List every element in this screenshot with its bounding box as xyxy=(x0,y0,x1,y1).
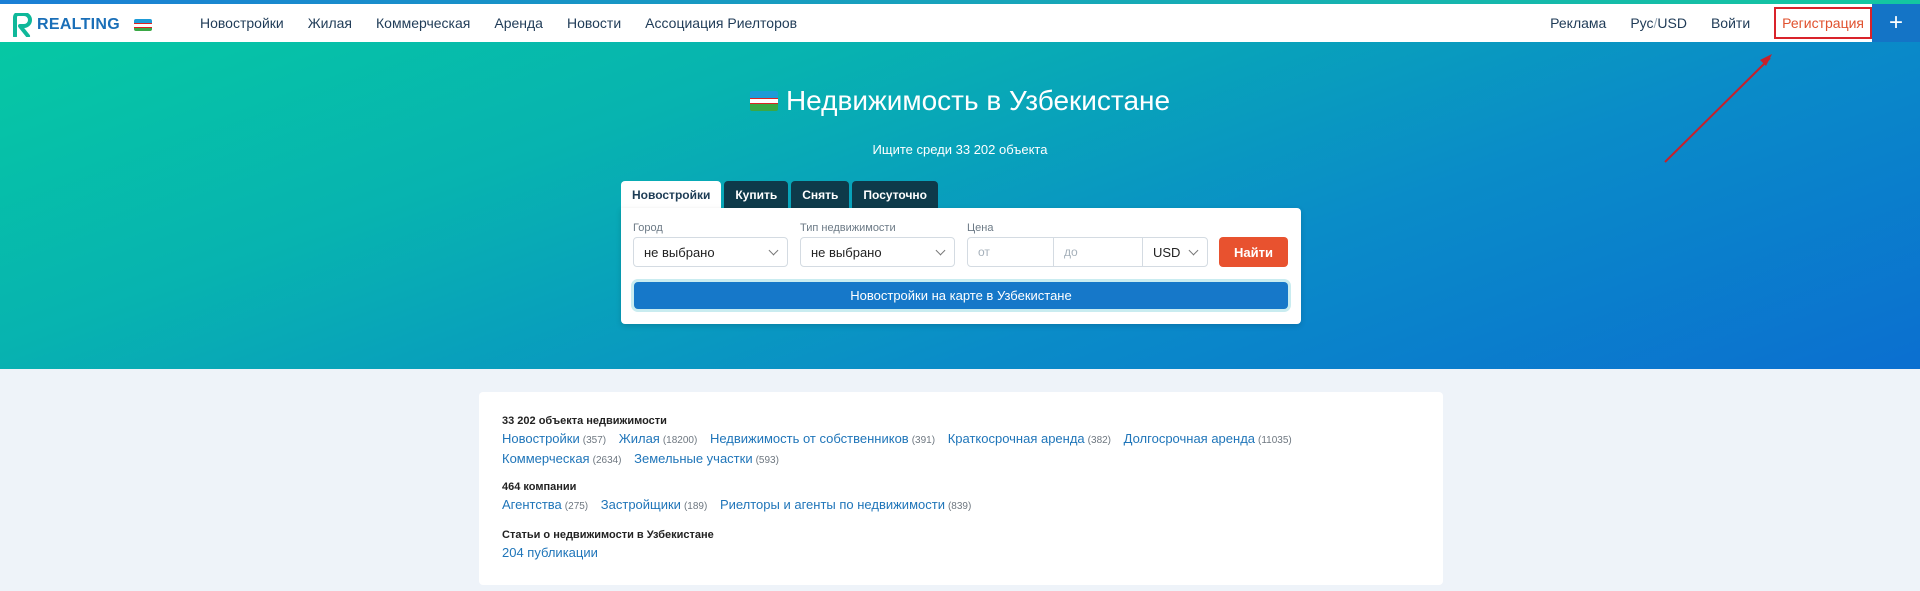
count-new-buildings: (357) xyxy=(582,435,607,446)
nav-rent[interactable]: Аренда xyxy=(494,15,543,31)
price-to-input[interactable]: до xyxy=(1053,237,1143,267)
articles-links: 204 публикации xyxy=(502,545,598,560)
main-nav: Новостройки Жилая Коммерческая Аренда Но… xyxy=(200,4,821,42)
link-short-rent[interactable]: Краткосрочная аренда xyxy=(948,431,1085,446)
map-button[interactable]: Новостройки на карте в Узбекистане xyxy=(634,282,1288,309)
property-type-value: не выбрано xyxy=(811,244,882,260)
top-header: REALTING Новостройки Жилая Коммерческая … xyxy=(0,4,1920,42)
link-commercial[interactable]: Коммерческая xyxy=(502,451,590,466)
nav-commercial[interactable]: Коммерческая xyxy=(376,15,470,31)
tab-buy[interactable]: Купить xyxy=(724,181,789,208)
count-developers: (189) xyxy=(683,501,708,512)
link-residential[interactable]: Жилая xyxy=(619,431,660,446)
search-form: Город не выбрано Тип недвижимости не выб… xyxy=(621,208,1301,324)
nav-news[interactable]: Новости xyxy=(567,15,621,31)
nav-new-buildings[interactable]: Новостройки xyxy=(200,15,284,31)
logo-text: REALTING xyxy=(37,16,120,33)
count-short-rent: (382) xyxy=(1087,435,1112,446)
property-type-select[interactable]: не выбрано xyxy=(800,237,955,267)
nav-residential[interactable]: Жилая xyxy=(308,15,352,31)
link-developers[interactable]: Застройщики xyxy=(601,497,681,512)
count-land: (593) xyxy=(755,455,779,466)
chevron-down-icon xyxy=(1188,245,1199,256)
link-publications[interactable]: 204 публикации xyxy=(502,545,598,560)
uzbekistan-flag-icon[interactable] xyxy=(134,19,152,31)
tab-daily[interactable]: Посуточно xyxy=(852,181,939,208)
objects-count-title: 33 202 объекта недвижимости xyxy=(502,415,667,427)
uzbekistan-flag-icon xyxy=(749,91,778,111)
annotation-arrow xyxy=(1664,54,1772,163)
link-new-buildings[interactable]: Новостройки xyxy=(502,431,580,446)
count-owners: (391) xyxy=(911,435,936,446)
link-land[interactable]: Земельные участки xyxy=(634,451,752,466)
language-currency-switch[interactable]: Рус/USD xyxy=(1630,15,1687,31)
page-title-text: Недвижимость в Узбекистане xyxy=(785,85,1171,116)
count-long-rent: (11035) xyxy=(1258,435,1292,446)
count-agencies: (275) xyxy=(564,501,589,512)
city-select-value: не выбрано xyxy=(644,244,715,260)
companies-count-title: 464 компании xyxy=(502,481,577,493)
city-label: Город xyxy=(633,222,663,234)
nav-realtors-association[interactable]: Ассоциация Риелторов xyxy=(645,15,797,31)
link-owners[interactable]: Недвижимость от собственников xyxy=(710,431,909,446)
articles-title: Статьи о недвижимости в Узбекистане xyxy=(502,529,714,541)
header-right-links: Реклама Рус/USD Войти Регистрация xyxy=(1526,4,1872,42)
hero-section: Недвижимость в Узбекистане Ищите среди 3… xyxy=(0,42,1920,369)
search-subtitle: Ищите среди 33 202 объекта xyxy=(872,142,1048,157)
ads-link[interactable]: Реклама xyxy=(1550,15,1606,31)
add-listing-button[interactable]: + xyxy=(1872,4,1920,42)
property-type-label: Тип недвижимости xyxy=(800,222,896,234)
language-label: Рус xyxy=(1630,15,1654,31)
count-residential: (18200) xyxy=(662,435,698,446)
tab-new-buildings[interactable]: Новостройки xyxy=(621,181,722,208)
search-tabs: Новостройки Купить Снять Посуточно xyxy=(621,181,941,208)
page-title: Недвижимость в Узбекистане xyxy=(0,85,1920,117)
link-long-rent[interactable]: Долгосрочная аренда xyxy=(1124,431,1255,446)
companies-links: Агентства (275) Застройщики (189) Риелторы… xyxy=(502,497,980,512)
price-label: Цена xyxy=(967,222,994,234)
link-realtors[interactable]: Риелторы и агенты по недвижимости xyxy=(720,497,945,512)
chevron-down-icon xyxy=(935,245,946,256)
search-button[interactable]: Найти xyxy=(1219,237,1288,267)
objects-links-row1: Новостройки (357) Жилая (18200) Недвижимос… xyxy=(502,431,1301,446)
login-link[interactable]: Войти xyxy=(1711,15,1750,31)
currency-select-value: USD xyxy=(1153,244,1181,260)
logo-r-icon xyxy=(13,13,32,37)
link-agencies[interactable]: Агентства xyxy=(502,497,562,512)
count-realtors: (839) xyxy=(947,501,972,512)
tab-rent[interactable]: Снять xyxy=(791,181,850,208)
stats-panel: 33 202 объекта недвижимости Новостройки(… xyxy=(479,392,1443,585)
price-from-input[interactable]: от xyxy=(967,237,1054,267)
register-button[interactable]: Регистрация xyxy=(1774,7,1872,39)
chevron-down-icon xyxy=(768,245,779,256)
city-select[interactable]: не выбрано xyxy=(633,237,788,267)
site-logo[interactable]: REALTING xyxy=(12,13,152,37)
plus-icon: + xyxy=(1888,9,1903,36)
count-commercial: (2634) xyxy=(592,455,622,466)
currency-select[interactable]: USD xyxy=(1142,237,1208,267)
objects-links-row2: Коммерческая (2634) Земельные участки (593… xyxy=(502,451,788,466)
currency-label: USD xyxy=(1657,15,1687,31)
